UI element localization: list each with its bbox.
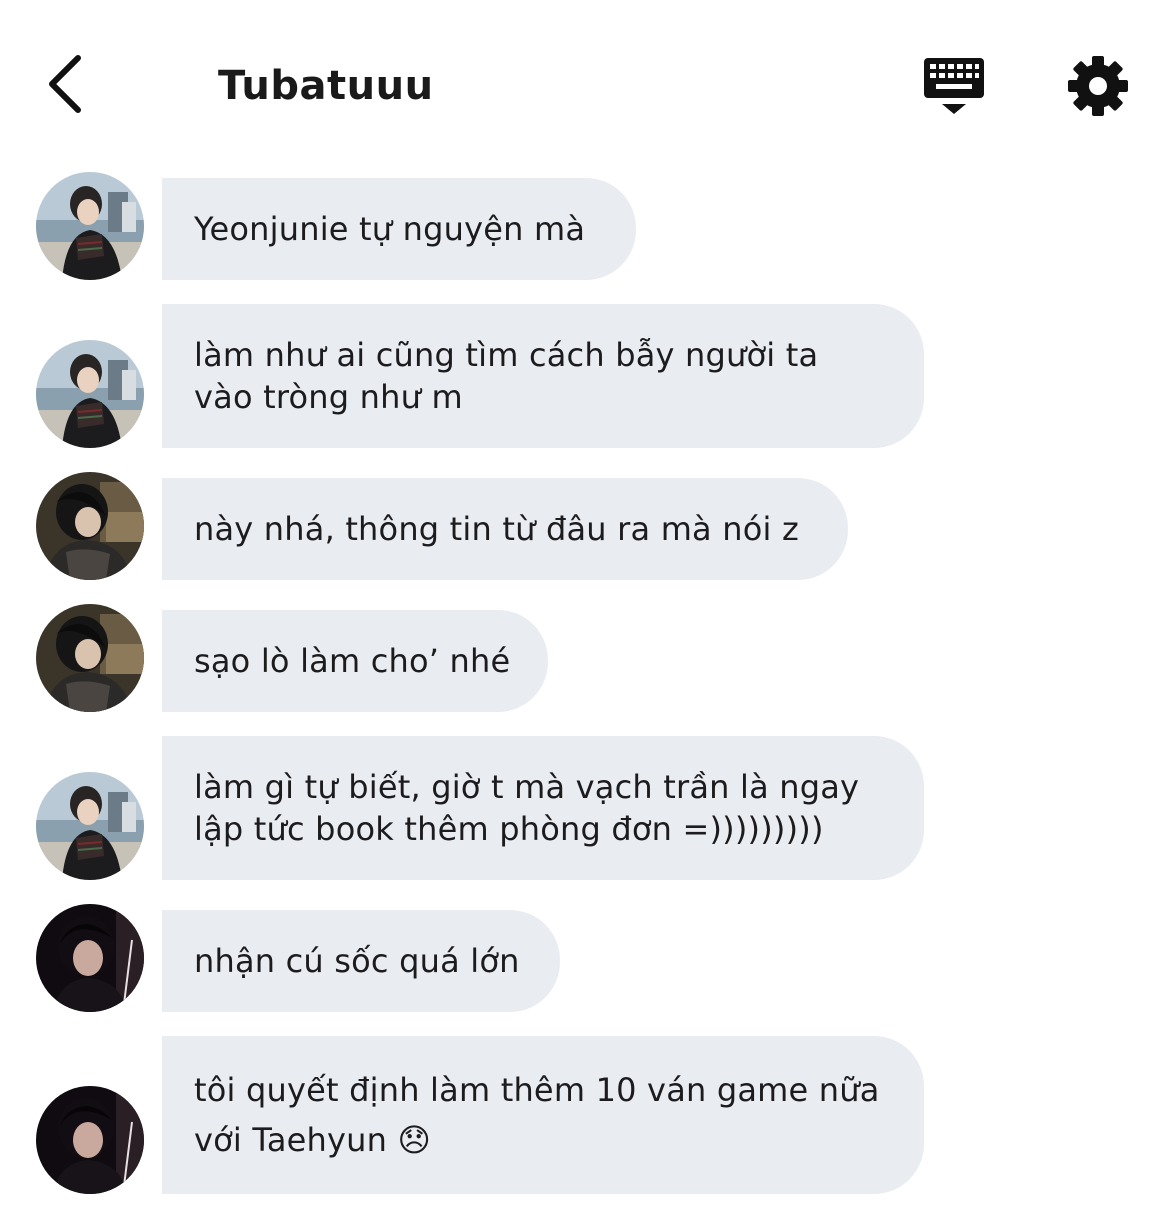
message-bubble[interactable]: nhận cú sốc quá lớn — [162, 910, 560, 1012]
avatar-a-image — [36, 172, 144, 280]
message-text: làm gì tự biết, giờ t mà vạch trần là ng… — [194, 768, 860, 848]
message-bubble[interactable]: tôi quyết định làm thêm 10 ván game nữa … — [162, 1036, 924, 1194]
message-text: sạo lò làm cho’ nhé — [194, 642, 511, 680]
message-text: này nhá, thông tin từ đâu ra mà nói z — [194, 510, 799, 548]
avatar-a-image — [36, 772, 144, 880]
avatar[interactable] — [36, 1086, 144, 1194]
message-text: Yeonjunie tự nguyện mà — [194, 210, 586, 248]
message-bubble[interactable]: làm gì tự biết, giờ t mà vạch trần là ng… — [162, 736, 924, 880]
avatar-a-image — [36, 340, 144, 448]
message-text: làm như ai cũng tìm cách bẫy người ta và… — [194, 336, 819, 416]
avatar-c-image — [36, 1086, 144, 1194]
avatar-b-image — [36, 472, 144, 580]
message-bubble[interactable]: Yeonjunie tự nguyện mà — [162, 178, 636, 280]
avatar[interactable] — [36, 772, 144, 880]
message-text: nhận cú sốc quá lớn — [194, 942, 520, 980]
message-bubble[interactable]: làm như ai cũng tìm cách bẫy người ta và… — [162, 304, 924, 448]
message-text: tôi quyết định làm thêm 10 ván game nữa … — [194, 1071, 880, 1159]
avatar[interactable] — [36, 340, 144, 448]
avatar[interactable] — [36, 604, 144, 712]
message-bubble[interactable]: sạo lò làm cho’ nhé — [162, 610, 548, 712]
avatar[interactable] — [36, 904, 144, 1012]
message-list: Yeonjunie tự nguyện mà làm như ai cũng t… — [0, 0, 1170, 1213]
message-bubble[interactable]: này nhá, thông tin từ đâu ra mà nói z — [162, 478, 848, 580]
avatar[interactable] — [36, 472, 144, 580]
avatar-b-image — [36, 604, 144, 712]
avatar[interactable] — [36, 172, 144, 280]
avatar-c-image — [36, 904, 144, 1012]
